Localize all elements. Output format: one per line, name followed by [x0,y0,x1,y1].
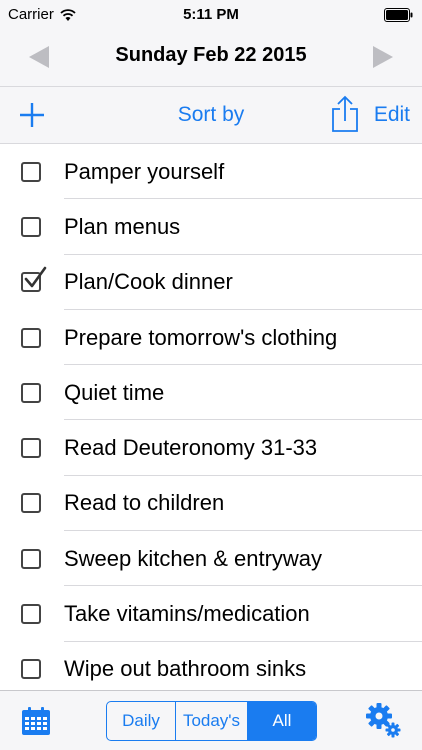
checkbox-unchecked[interactable] [21,216,41,237]
status-time: 5:11 PM [183,6,239,23]
task-row[interactable]: Read to children [0,476,422,532]
view-segmented-control: Daily Today's All [106,701,317,741]
status-bar: Carrier 5:11 PM [0,0,422,28]
checkmark-icon [24,266,47,288]
task-row[interactable]: Sweep kitchen & entryway [0,531,422,587]
bottom-bar: Daily Today's All [0,690,422,750]
task-list: Pamper yourself Plan menus Plan/Cook dinne… [0,144,422,690]
task-label: Wipe out bathroom sinks [64,656,307,682]
checkbox-unchecked[interactable] [21,604,41,625]
share-icon[interactable] [331,95,359,133]
task-label: Read Deuteronomy 31-33 [64,435,318,461]
task-label: Pamper yourself [64,158,225,184]
calendar-icon[interactable] [20,705,52,737]
date-navigation-bar: Sunday Feb 22 2015 [0,28,422,86]
battery-icon [384,8,413,22]
task-row[interactable]: Plan menus [0,199,422,255]
task-row[interactable]: Quiet time [0,365,422,421]
task-row[interactable]: Wipe out bathroom sinks [0,642,422,690]
checkbox-checked[interactable] [21,266,47,293]
task-label: Prepare tomorrow's clothing [64,324,338,350]
task-row[interactable]: Prepare tomorrow's clothing [0,310,422,366]
gears-icon[interactable] [364,701,402,739]
checkbox-unchecked[interactable] [21,382,41,403]
checkbox-unchecked[interactable] [21,548,41,569]
task-label: Read to children [64,490,225,516]
plus-icon[interactable] [18,101,46,129]
segment-daily[interactable]: Daily [107,702,176,740]
task-row[interactable]: Take vitamins/medication [0,586,422,642]
date-title: Sunday Feb 22 2015 [115,44,307,66]
segment-todays[interactable]: Today's [176,702,248,740]
checkbox-unchecked[interactable] [21,161,41,182]
checkbox-unchecked[interactable] [21,493,41,514]
checkbox-unchecked[interactable] [21,327,41,348]
task-label: Quiet time [64,379,165,405]
task-row[interactable]: Read Deuteronomy 31-33 [0,420,422,477]
task-label: Take vitamins/medication [64,601,310,627]
task-row[interactable]: Plan/Cook dinner [0,255,422,311]
task-label: Plan/Cook dinner [64,269,233,295]
segment-all[interactable]: All [248,702,316,740]
sort-by-button[interactable]: Sort by [151,103,271,127]
triangle-right-icon[interactable] [368,42,398,72]
task-label: Plan menus [64,213,181,239]
toolbar: Sort by Edit [0,86,422,144]
checkbox-unchecked[interactable] [21,659,41,680]
task-label: Sweep kitchen & entryway [64,545,323,571]
edit-button[interactable]: Edit [374,103,410,127]
task-row[interactable]: Pamper yourself [0,144,422,200]
checkbox-unchecked[interactable] [21,438,41,459]
